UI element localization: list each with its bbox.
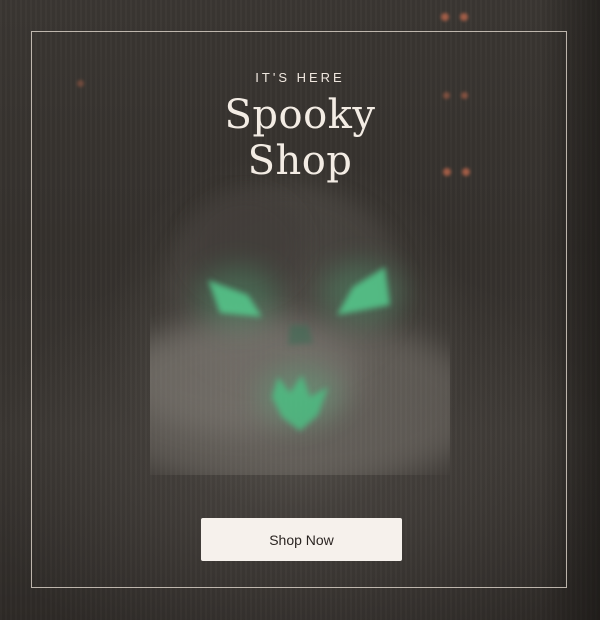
title-line-1: Spooky bbox=[224, 92, 376, 138]
spooky-shop-banner: IT'S HERE Spooky Shop Shop Now bbox=[0, 0, 600, 620]
title-line-2: Shop bbox=[247, 138, 353, 184]
string-light bbox=[441, 13, 449, 21]
banner-title: Spooky Shop bbox=[0, 92, 600, 184]
shop-now-button[interactable]: Shop Now bbox=[201, 518, 402, 561]
eyebrow-text: IT'S HERE bbox=[255, 70, 345, 85]
string-light bbox=[460, 13, 468, 21]
